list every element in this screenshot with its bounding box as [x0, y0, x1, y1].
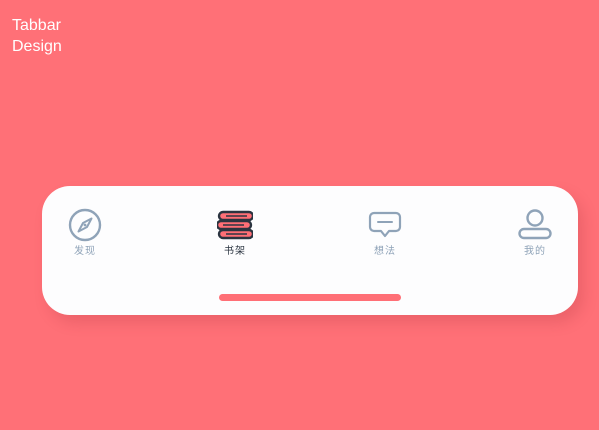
- user-icon: [517, 208, 553, 242]
- page-title: Tabbar Design: [12, 15, 62, 57]
- tab-ideas[interactable]: 想法: [355, 208, 415, 259]
- chat-bubble-icon: [367, 208, 403, 242]
- title-line-1: Tabbar: [12, 17, 61, 34]
- active-tab-indicator: [219, 294, 401, 301]
- tab-me[interactable]: 我的: [505, 208, 565, 259]
- tab-bar: 发现 书架 想法 我的: [42, 186, 578, 315]
- bookshelf-icon: [217, 208, 253, 242]
- tab-discover[interactable]: 发现: [55, 208, 115, 259]
- title-line-2: Design: [12, 38, 62, 55]
- tab-label-bookshelf: 书架: [224, 246, 246, 257]
- compass-icon: [67, 208, 103, 242]
- tab-label-me: 我的: [524, 246, 546, 257]
- tab-label-ideas: 想法: [374, 246, 396, 257]
- tab-bookshelf[interactable]: 书架: [205, 208, 265, 259]
- tab-label-discover: 发现: [74, 246, 96, 257]
